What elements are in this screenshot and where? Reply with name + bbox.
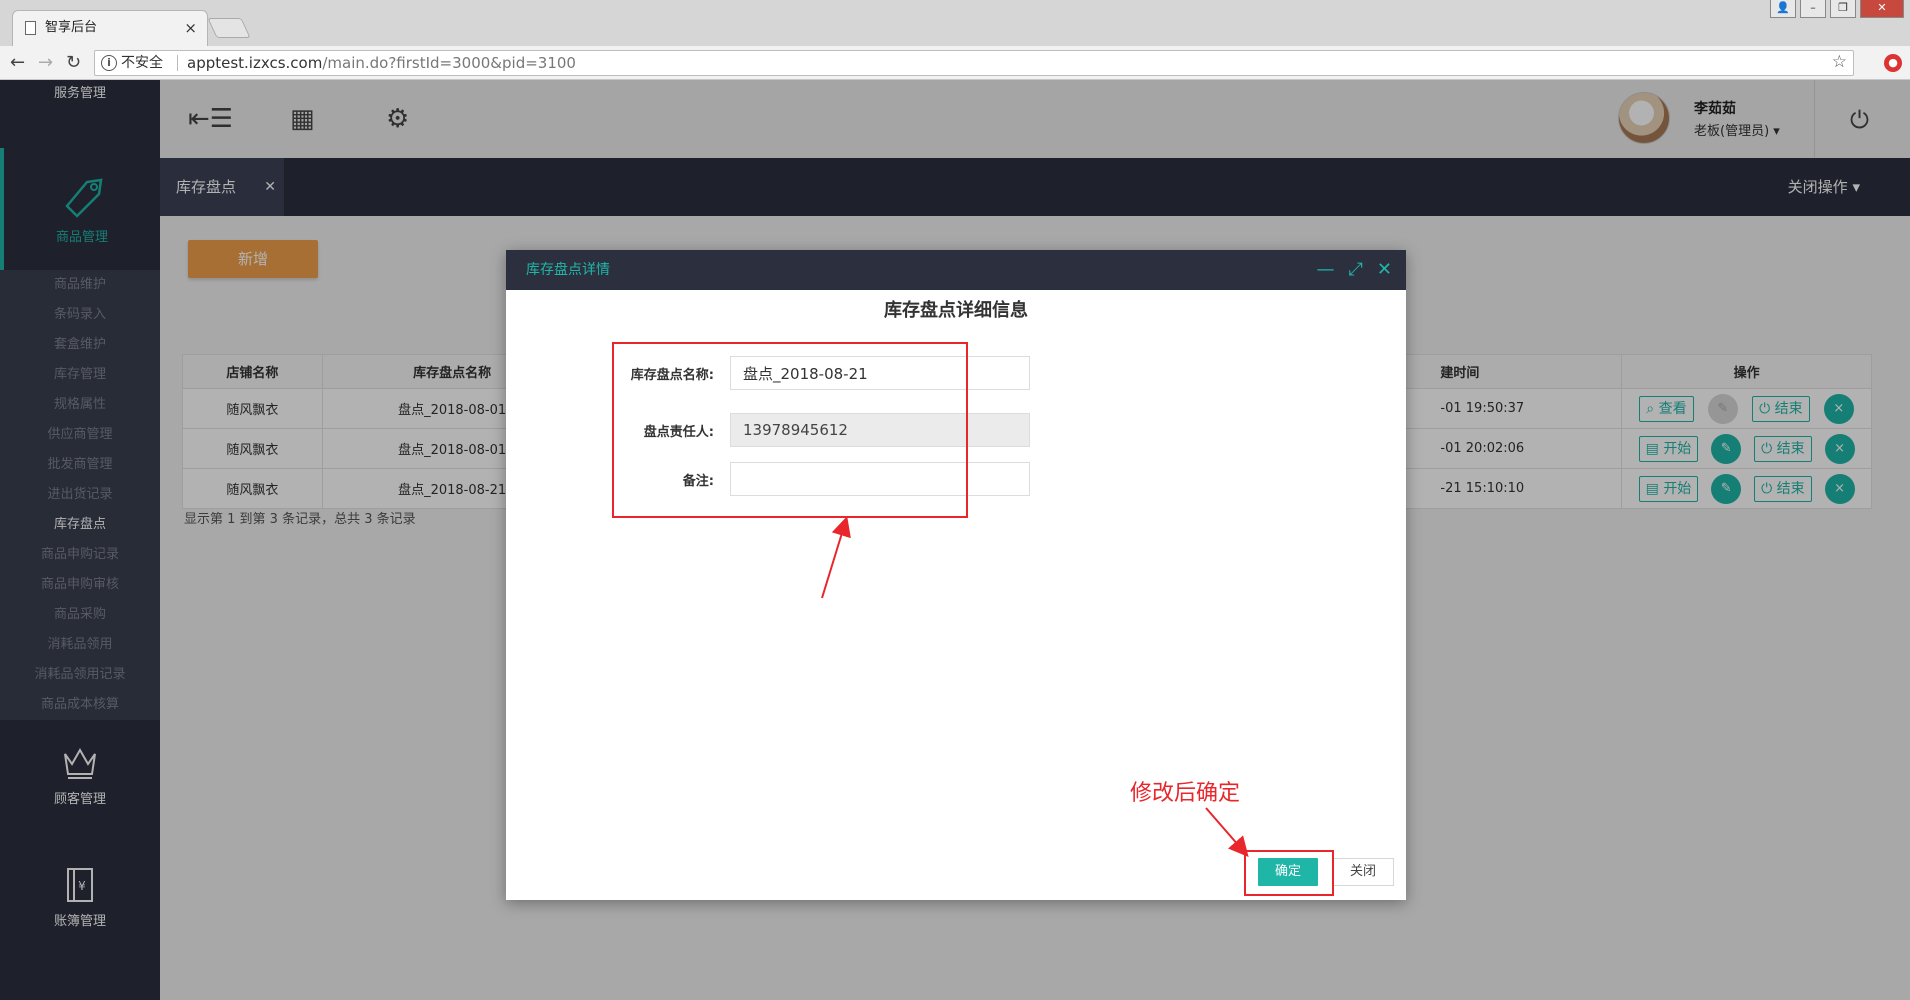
window-close-icon[interactable]: ✕	[1860, 0, 1904, 18]
divider	[177, 55, 178, 71]
browser-tab[interactable]: 智享后台 ×	[12, 10, 208, 46]
user-icon[interactable]: 👤	[1770, 0, 1796, 18]
bookmark-star-icon[interactable]: ☆	[1832, 50, 1847, 74]
browser-tab-bar: 智享后台 × 👤 – ❐ ✕	[0, 0, 1910, 46]
insecure-label: 不安全	[121, 55, 163, 71]
stocktake-detail-modal: 库存盘点详情 — ⤢ ✕ 库存盘点详细信息 库存盘点名称: 盘点责任人: 备注:…	[506, 250, 1406, 900]
restore-icon[interactable]: ❐	[1830, 0, 1856, 18]
forward-icon[interactable]: →	[38, 52, 53, 73]
close-icon[interactable]: ✕	[1377, 250, 1392, 290]
modal-header-icons: — ⤢ ✕	[1317, 250, 1393, 290]
window-controls: 👤 – ❐ ✕	[1770, 0, 1904, 18]
close-button[interactable]: 关闭	[1332, 858, 1394, 886]
reload-icon[interactable]: ↻	[66, 52, 81, 73]
browser-tab-title: 智享后台	[45, 20, 98, 35]
info-icon[interactable]: i	[101, 55, 117, 71]
modal-header: 库存盘点详情 — ⤢ ✕	[506, 250, 1406, 290]
maximize-icon[interactable]: ⤢	[1349, 250, 1363, 290]
minimize-icon[interactable]: —	[1317, 250, 1335, 290]
modal-header-title: 库存盘点详情	[526, 262, 610, 278]
url-path: /main.do?firstId=3000&pid=3100	[322, 54, 576, 72]
url-host: apptest.izxcs.com	[187, 54, 323, 72]
back-icon[interactable]: ←	[10, 52, 25, 73]
highlight-box-form	[612, 342, 968, 518]
address-bar: ← → ↻ i 不安全 apptest.izxcs.com/main.do?fi…	[0, 46, 1910, 80]
close-icon[interactable]: ×	[184, 11, 197, 45]
url-text: apptest.izxcs.com/main.do?firstId=3000&p…	[187, 51, 576, 75]
modal-title: 库存盘点详细信息	[884, 300, 1028, 321]
minimize-icon[interactable]: –	[1800, 0, 1826, 18]
extension-icon[interactable]: ●	[1884, 54, 1902, 72]
new-tab-button[interactable]	[207, 18, 251, 38]
annotation-text: 修改后确定	[1130, 781, 1241, 806]
highlight-box-confirm	[1244, 850, 1334, 896]
url-input[interactable]: i 不安全 apptest.izxcs.com/main.do?firstId=…	[94, 50, 1854, 76]
page-icon	[25, 21, 36, 35]
